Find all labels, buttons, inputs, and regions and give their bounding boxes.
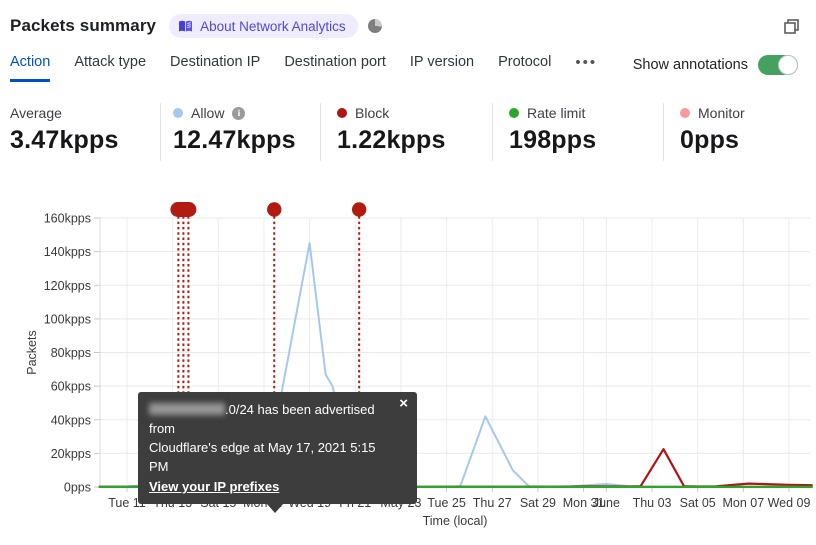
annotation-marker[interactable] <box>267 202 282 217</box>
y-tick-label: 160kpps <box>44 212 91 226</box>
y-tick-label: 40kpps <box>51 413 91 427</box>
y-tick-label: 120kpps <box>44 279 91 293</box>
summary-stats: Average 3.47kpps Allow i 12.47kpps Block… <box>10 103 816 161</box>
stat-value: 0pps <box>680 126 740 154</box>
x-tick-label: Thu 27 <box>473 496 512 510</box>
more-tabs-button[interactable]: ••• <box>575 54 597 82</box>
tooltip-line2: Cloudflare's edge at May 17, 2021 5:15 P… <box>149 440 376 474</box>
dimension-tabs: Action Attack type Destination IP Destin… <box>0 40 816 82</box>
about-network-analytics-badge[interactable]: About Network Analytics <box>169 14 358 38</box>
y-tick-label: 140kpps <box>44 245 91 259</box>
stat-label: Rate limit <box>527 105 586 121</box>
info-icon[interactable]: i <box>232 106 246 120</box>
annotation-marker[interactable] <box>170 202 197 217</box>
stat-block: Block 1.22kpps <box>320 103 492 161</box>
stat-rate-limit: Rate limit 198pps <box>492 103 663 161</box>
tooltip-line1: .0/24 has been advertised from <box>149 402 375 436</box>
close-icon[interactable]: × <box>399 395 408 413</box>
tab-destination-port[interactable]: Destination port <box>284 54 386 82</box>
stat-label: Allow <box>191 105 225 121</box>
y-tick-label: 100kpps <box>44 312 91 326</box>
book-icon <box>178 20 193 33</box>
stat-average: Average 3.47kpps <box>10 103 160 161</box>
tab-destination-ip[interactable]: Destination IP <box>170 54 260 82</box>
x-tick-label: Mon 07 <box>723 496 765 510</box>
x-axis-title: Time (local) <box>423 514 488 528</box>
stat-label: Block <box>355 105 390 121</box>
usage-pie-icon <box>367 19 382 33</box>
packets-summary-panel: Packets summary About Network Analytics … <box>0 0 816 545</box>
annotation-tooltip: × .0/24 has been advertised from Cloudfl… <box>138 392 417 513</box>
panel-header: Packets summary About Network Analytics <box>0 0 816 40</box>
show-annotations-control: Show annotations <box>633 55 798 82</box>
x-tick-label: June <box>593 496 620 510</box>
stat-allow: Allow i 12.47kpps <box>160 103 320 161</box>
tab-action[interactable]: Action <box>10 54 51 82</box>
stat-value: 1.22kpps <box>337 126 446 154</box>
block-dot-icon <box>337 108 347 118</box>
page-title: Packets summary <box>10 16 157 35</box>
y-axis-title: Packets <box>25 330 39 374</box>
toggle-knob <box>778 55 798 75</box>
y-tick-label: 80kpps <box>51 346 91 360</box>
stat-monitor: Monitor 0pps <box>663 103 765 161</box>
stat-value: 12.47kpps <box>173 126 296 154</box>
x-tick-label: Thu 03 <box>633 496 672 510</box>
x-tick-label: Sat 05 <box>680 496 716 510</box>
stat-value: 3.47kpps <box>10 126 119 154</box>
redacted-ip-prefix <box>149 403 225 415</box>
x-tick-label: Wed 09 <box>768 496 811 510</box>
tab-attack-type[interactable]: Attack type <box>74 54 146 82</box>
tab-protocol[interactable]: Protocol <box>498 54 551 82</box>
badge-label: About Network Analytics <box>200 18 346 34</box>
restore-window-icon[interactable] <box>783 18 800 35</box>
monitor-dot-icon <box>680 108 690 118</box>
show-annotations-toggle[interactable] <box>758 55 798 75</box>
stat-label: Monitor <box>698 105 745 121</box>
rate-limit-dot-icon <box>509 108 519 118</box>
stat-value: 198pps <box>509 126 597 154</box>
allow-dot-icon <box>173 108 183 118</box>
stat-label: Average <box>10 105 62 121</box>
y-tick-label: 60kpps <box>51 380 91 394</box>
y-tick-label: 0pps <box>64 481 91 495</box>
annotation-marker[interactable] <box>351 202 367 217</box>
show-annotations-label: Show annotations <box>632 57 748 73</box>
view-ip-prefixes-link[interactable]: View your IP prefixes <box>149 477 279 496</box>
x-tick-label: Sat 29 <box>520 496 556 510</box>
tab-ip-version[interactable]: IP version <box>410 54 474 82</box>
y-tick-label: 20kpps <box>51 447 91 461</box>
x-tick-label: Tue 25 <box>427 496 466 510</box>
